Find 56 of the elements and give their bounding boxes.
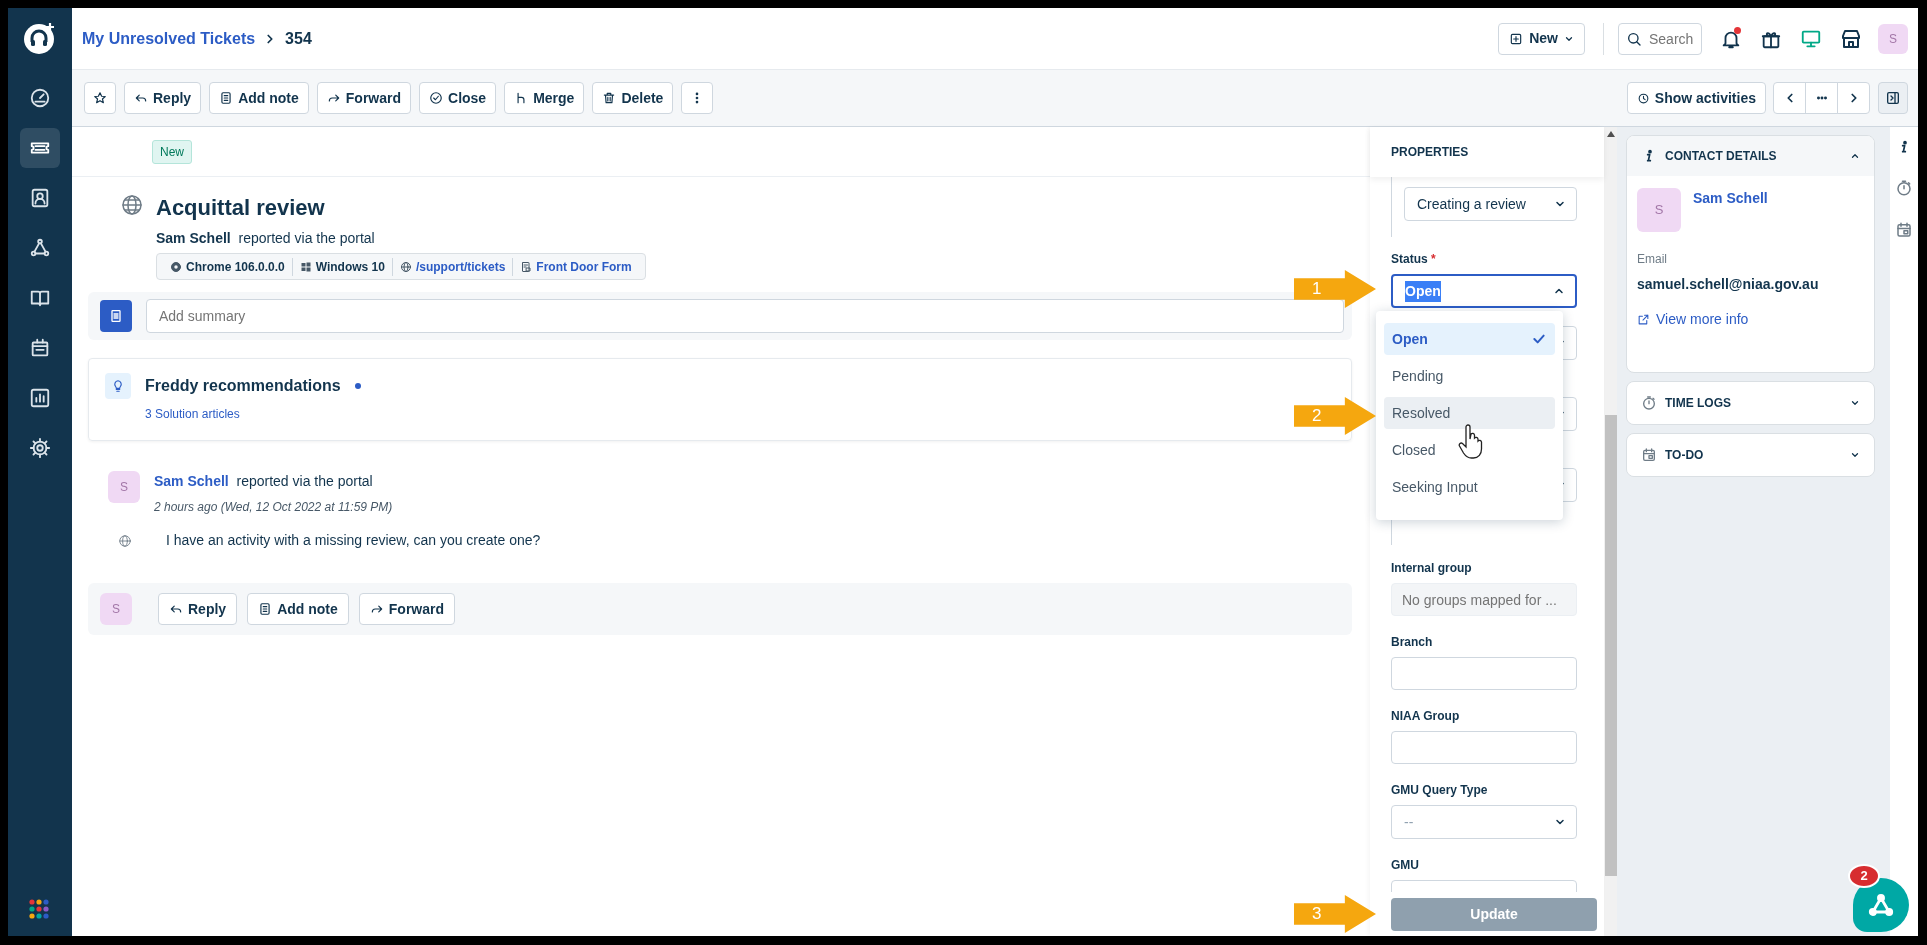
author-link[interactable]: Sam Schell (154, 473, 229, 489)
step-callout: 3 (1294, 895, 1376, 933)
card-header[interactable]: TO-DO (1627, 434, 1874, 476)
summary-field[interactable]: Add summary (146, 299, 1344, 333)
merge-button[interactable]: Merge (504, 82, 585, 114)
solution-articles-link[interactable]: 3 Solution articles (145, 405, 240, 423)
step-callout: 2 (1294, 397, 1376, 435)
field-label: GMU (1391, 857, 1420, 874)
panel-title: PROPERTIES (1370, 127, 1604, 177)
email-text: samuel.schell@niaa.gov.au (1637, 275, 1820, 294)
source-text: reported via the portal (236, 473, 373, 489)
contact-name-link[interactable]: Sam Schell (1693, 188, 1768, 232)
dropdown-option[interactable]: Seeking Input (1384, 471, 1555, 503)
avatar: S (100, 593, 132, 625)
dropdown-option[interactable]: Open (1384, 323, 1555, 355)
ticket-title: Acquittal review (156, 194, 326, 222)
field-label: Status (1391, 252, 1428, 266)
close-button[interactable]: Close (419, 82, 497, 114)
field-label: Email (1637, 251, 1668, 268)
meta-link[interactable]: /support/tickets (415, 257, 506, 276)
card-header[interactable]: CONTACT DETAILS (1627, 136, 1874, 176)
card-title: Freddy recommendations (145, 376, 341, 396)
forward-button[interactable]: Forward (358, 593, 455, 625)
field-label: NIAA Group (1391, 708, 1461, 725)
status-tag: New (152, 140, 192, 164)
forward-button[interactable]: Forward (316, 82, 411, 114)
timestamp: 2 hours ago (Wed, 12 Oct 2022 at 11:59 PM) (154, 499, 393, 516)
meta-text: Chrome 106.0.0.0 (186, 258, 285, 276)
delete-button[interactable]: Delete (592, 82, 674, 114)
select-field[interactable]: Creating a review (1404, 187, 1577, 221)
show-activities-button[interactable]: Show activities (1626, 82, 1766, 114)
new-button[interactable]: New (1498, 22, 1585, 55)
field-label: Branch (1391, 634, 1434, 651)
breadcrumb-link[interactable]: My Unresolved Tickets (82, 26, 256, 51)
dropdown-option[interactable]: Closed (1384, 434, 1555, 466)
status-select[interactable]: Open (1391, 274, 1577, 308)
card-header[interactable]: TIME LOGS (1627, 382, 1874, 424)
dropdown-option[interactable]: Resolved (1384, 397, 1555, 429)
note-button[interactable]: Add note (209, 82, 309, 114)
view-more-link[interactable]: View more info (1637, 309, 1864, 330)
ticket-number: 354 (285, 28, 312, 49)
required-mark: * (1431, 252, 1436, 266)
source-text: reported via the portal (238, 230, 375, 246)
reply-button[interactable]: Reply (158, 593, 238, 625)
requester-name: Sam Schell (156, 230, 231, 246)
search-field[interactable]: Search (1618, 22, 1702, 55)
meta-text: Windows 10 (315, 258, 385, 276)
contact-avatar: S (1637, 188, 1681, 232)
note-button[interactable]: Add note (247, 593, 349, 625)
message-text: I have an activity with a missing review, can you create one? (166, 531, 541, 550)
avatar: S (108, 471, 140, 503)
meta-link[interactable]: Front Door Form (536, 257, 632, 276)
field-label: GMU Query Type (1391, 782, 1489, 799)
dropdown-option[interactable]: Pending (1384, 360, 1555, 392)
field-label: Internal group (1391, 560, 1473, 577)
reply-button[interactable]: Reply (124, 82, 202, 114)
